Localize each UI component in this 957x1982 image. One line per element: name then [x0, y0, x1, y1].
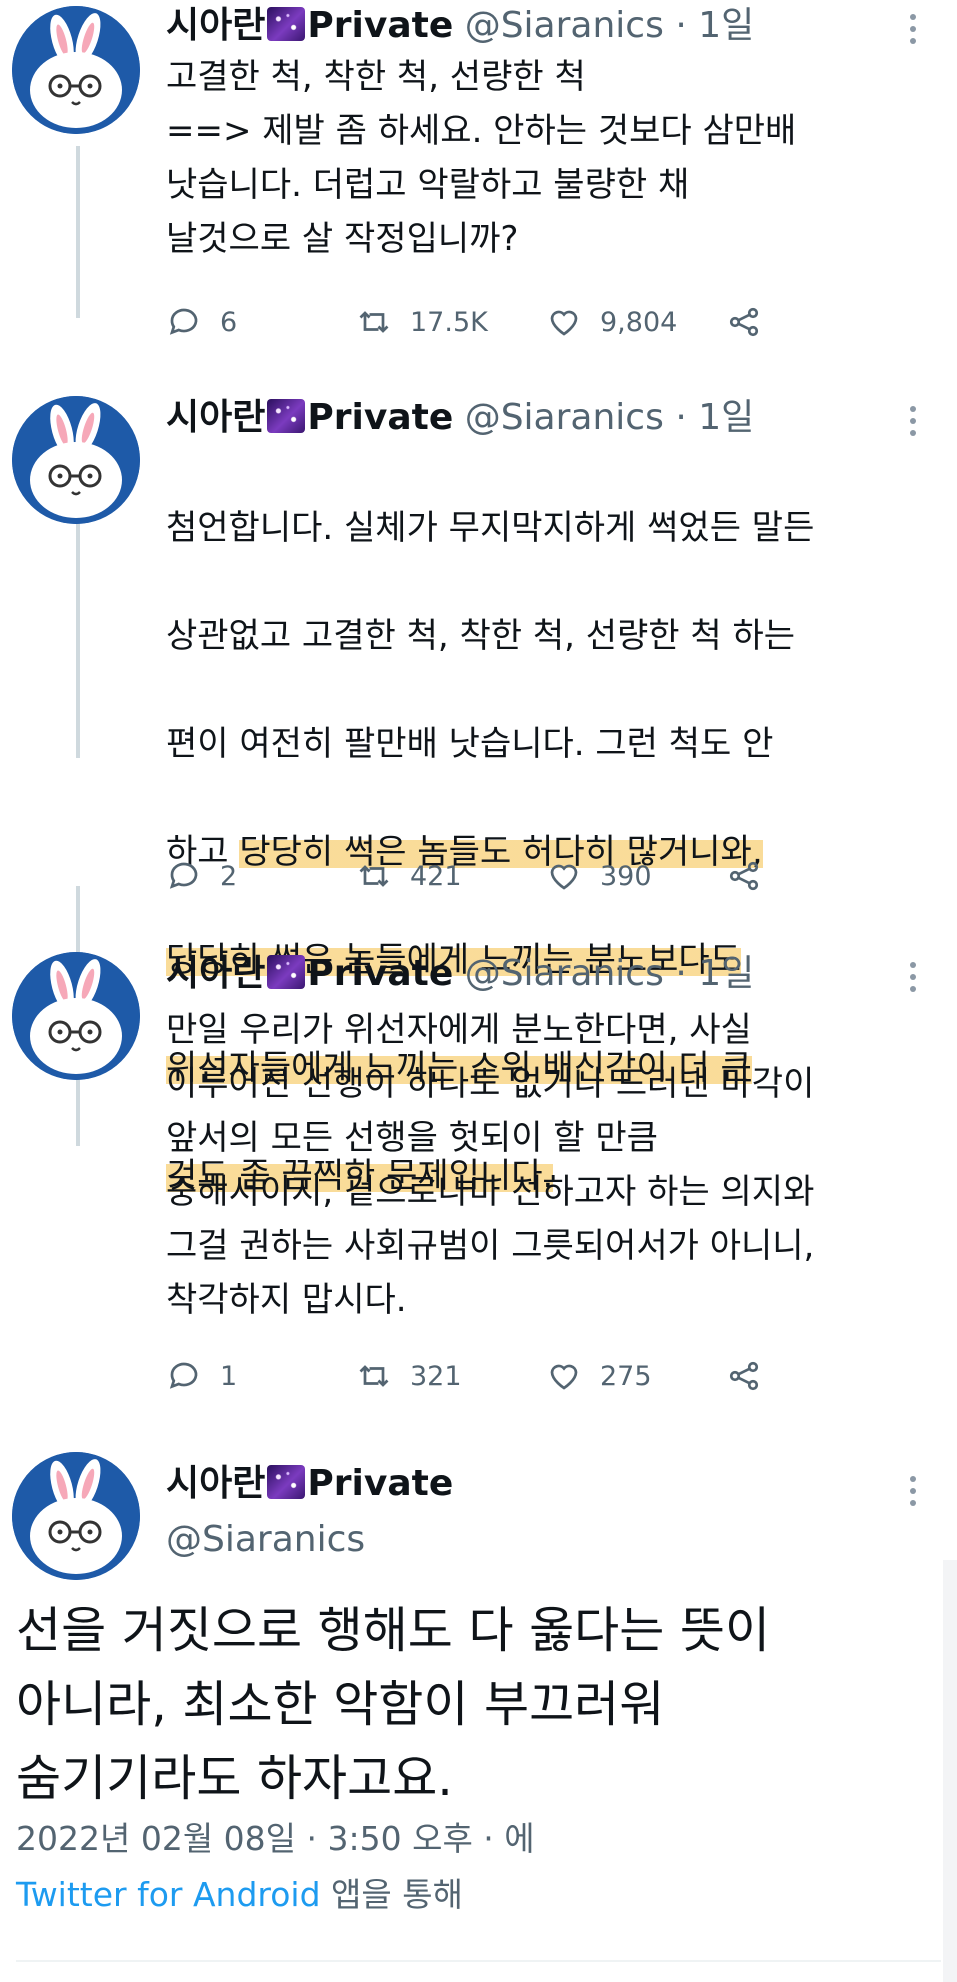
avatar[interactable]: [12, 396, 140, 524]
tweet-text-line: 첨언합니다. 실체가 무지막지하게 썩었든 말든: [166, 508, 815, 548]
more-options-icon[interactable]: [909, 962, 917, 992]
reply-button[interactable]: 6: [166, 304, 356, 340]
tweet-text-line: 상관없고 고결한 척, 착한 척, 선량한 척 하는: [166, 616, 796, 656]
thread-connector: [76, 146, 80, 318]
display-name-text: 시아란: [166, 1463, 266, 1504]
avatar[interactable]: [12, 6, 140, 134]
retweet-arrows-icon: [359, 865, 389, 887]
divider: [16, 1960, 941, 1962]
main-tweet-header: 시아란 Private @Siaranics: [166, 1462, 453, 1562]
share-button[interactable]: [726, 1358, 762, 1394]
milky-way-emoji: [267, 955, 306, 989]
like-count: 275: [600, 1360, 652, 1392]
source-app-link[interactable]: Twitter for Android: [16, 1875, 321, 1914]
retweet-count: 17.5K: [410, 306, 488, 338]
more-options-icon[interactable]: [909, 14, 917, 44]
user-handle[interactable]: @Siaranics: [465, 397, 664, 438]
milky-way-emoji: [267, 1465, 306, 1499]
retweet-count: 321: [410, 1360, 462, 1392]
share-nodes-icon: [729, 307, 759, 337]
avatar[interactable]: [12, 1452, 140, 1580]
retweet-arrows-icon: [359, 1365, 389, 1387]
tweet-thread: 시아란 Private @Siaranics · 1일 고결한 척, 착한 척, …: [0, 0, 957, 1982]
retweet-count: 421: [410, 860, 462, 892]
tweet-header: 시아란 Private @Siaranics · 1일: [166, 4, 754, 48]
tweet-time[interactable]: · 1일: [675, 397, 754, 438]
source-suffix: 앱을 통해: [320, 1875, 463, 1914]
more-options-icon[interactable]: [909, 1476, 917, 1506]
tweet-datetime: 2022년 02월 08일 · 3:50 오후 · 에: [16, 1819, 535, 1858]
share-nodes-icon: [729, 861, 759, 891]
user-handle[interactable]: @Siaranics: [465, 5, 664, 46]
speech-bubble-icon: [169, 308, 198, 335]
tweet-actions: 6 17.5K 9,804: [166, 298, 806, 346]
tweet-header: 시아란 Private @Siaranics · 1일: [166, 952, 754, 996]
display-name-suffix[interactable]: Private: [307, 5, 453, 46]
user-handle[interactable]: @Siaranics: [166, 1518, 453, 1562]
retweet-button[interactable]: 17.5K: [356, 304, 546, 340]
reply-count: 6: [220, 306, 238, 338]
more-options-icon[interactable]: [909, 406, 917, 436]
tweet-text-line: 편이 여전히 팔만배 낫습니다. 그런 척도 안: [166, 724, 774, 764]
share-button[interactable]: [726, 858, 762, 894]
tweet-actions: 1 321 275: [166, 1352, 806, 1400]
user-handle[interactable]: @Siaranics: [465, 953, 664, 994]
display-name-suffix: Private: [307, 1463, 454, 1504]
tweet-text: 만일 우리가 위선자에게 분노한다면, 사실 이루어진 선행이 하나도 없거나 …: [166, 1010, 815, 1320]
display-name[interactable]: 시아란 Private: [166, 1462, 453, 1506]
retweet-arrows-icon: [359, 311, 389, 333]
main-tweet-text: 선을 거짓으로 행해도 다 옳다는 뜻이 아니라, 최소한 악함이 부끄러워 숨…: [16, 1602, 771, 1807]
display-name[interactable]: 시아란: [166, 5, 265, 46]
rabbit-avatar-icon: [12, 6, 140, 134]
reply-button[interactable]: 1: [166, 1358, 356, 1394]
milky-way-emoji: [267, 399, 306, 433]
speech-bubble-icon: [169, 862, 198, 889]
like-count: 390: [600, 860, 652, 892]
tweet-time[interactable]: · 1일: [675, 953, 754, 994]
avatar[interactable]: [12, 952, 140, 1080]
share-nodes-icon: [729, 1361, 759, 1391]
display-name[interactable]: 시아란: [166, 397, 265, 438]
tweet-header: 시아란 Private @Siaranics · 1일: [166, 396, 754, 440]
tweet-text: 고결한 척, 착한 척, 선량한 척 ==> 제발 좀 하세요. 안하는 것보다…: [166, 57, 797, 259]
like-button[interactable]: 9,804: [546, 304, 726, 340]
tweet-source: Twitter for Android 앱을 통해: [16, 1872, 463, 1918]
heart-icon: [550, 310, 578, 336]
reply-count: 1: [220, 1360, 238, 1392]
rabbit-avatar-icon: [12, 952, 140, 1080]
like-button[interactable]: 275: [546, 1358, 726, 1394]
heart-icon: [550, 1364, 578, 1390]
reply-button[interactable]: 2: [166, 858, 356, 894]
speech-bubble-icon: [169, 1362, 198, 1389]
like-button[interactable]: 390: [546, 858, 726, 894]
tweet-actions: 2 421 390: [166, 852, 806, 900]
like-count: 9,804: [600, 306, 678, 338]
display-name-suffix[interactable]: Private: [307, 953, 453, 994]
display-name[interactable]: 시아란: [166, 953, 265, 994]
milky-way-emoji: [267, 7, 306, 41]
rabbit-avatar-icon: [12, 396, 140, 524]
heart-icon: [550, 864, 578, 890]
reply-count: 2: [220, 860, 238, 892]
retweet-button[interactable]: 321: [356, 1358, 546, 1394]
share-button[interactable]: [726, 304, 762, 340]
tweet-time[interactable]: · 1일: [675, 5, 754, 46]
retweet-button[interactable]: 421: [356, 858, 546, 894]
rabbit-avatar-icon: [12, 1452, 140, 1580]
display-name-suffix[interactable]: Private: [307, 397, 453, 438]
scrollbar-track[interactable]: [943, 1560, 957, 1982]
